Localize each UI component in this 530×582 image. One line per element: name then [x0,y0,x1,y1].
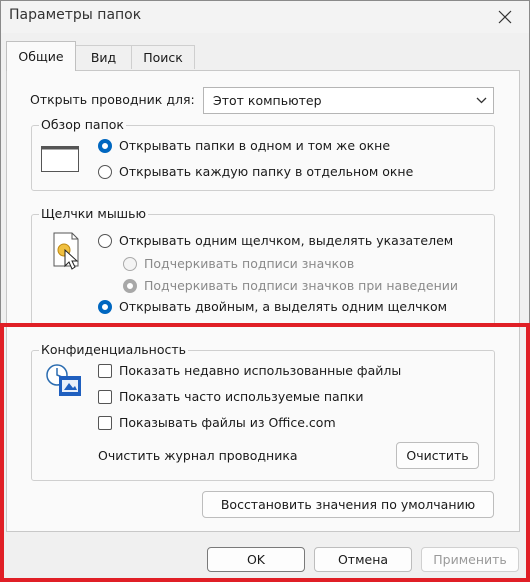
tab-search[interactable]: Поиск [131,45,195,69]
same-window-label[interactable]: Открывать папки в одном и том же окне [119,138,390,153]
mouse-clicks-group: Щелчки мышью Открывать одним щелчком, вы… [31,206,495,325]
radio-single-click[interactable] [98,234,112,248]
radio-separate-window[interactable] [98,165,112,179]
radio-double-click[interactable] [98,300,112,314]
mouse-clicks-legend: Щелчки мышью [39,206,149,221]
clear-history-label: Очистить журнал проводника [98,448,298,463]
open-explorer-label: Открыть проводник для: [30,92,195,107]
checkbox-office-files[interactable] [98,416,112,430]
browse-folders-group: Обзор папок Открывать папки в одном и то… [31,117,495,191]
clear-history-button[interactable]: Очистить [396,442,479,469]
underline-always-label[interactable]: Подчеркивать подписи значков [144,256,354,271]
checkbox-recent-files[interactable] [98,364,112,378]
ok-button[interactable]: OK [207,547,305,572]
underline-hover-label[interactable]: Подчеркивать подписи значков при наведен… [144,278,458,293]
privacy-group: Конфиденциальность Показать недавно испо… [31,342,495,481]
apply-button[interactable]: Применить [421,547,519,572]
close-button[interactable] [493,5,517,29]
checkbox-frequent-folders[interactable] [98,390,112,404]
cancel-button[interactable]: Отмена [314,547,412,572]
separate-window-label[interactable]: Открывать каждую папку в отдельном окне [119,164,413,179]
double-click-label[interactable]: Открывать двойным, а выделять одним щелч… [119,299,447,314]
radio-underline-always[interactable] [123,257,137,271]
open-explorer-dropdown[interactable]: Этот компьютер [203,87,494,114]
chevron-down-icon [476,97,487,104]
recent-files-label[interactable]: Показать недавно использованные файлы [119,363,401,378]
privacy-icon [46,364,81,396]
window-title: Параметры папок [9,7,142,23]
radio-same-window[interactable] [98,139,112,153]
title-bar: Параметры папок [1,1,529,33]
close-icon [498,10,512,24]
open-explorer-value: Этот компьютер [213,93,322,108]
browse-folders-legend: Обзор папок [39,117,126,132]
radio-underline-hover[interactable] [123,279,137,293]
tab-general[interactable]: Общие [6,41,76,71]
folder-options-dialog: Параметры папок Общие Вид Поиск Открыть … [0,0,530,582]
office-files-label[interactable]: Показывать файлы из Office.com [119,415,336,430]
single-click-label[interactable]: Открывать одним щелчком, выделять указат… [119,233,453,248]
tab-view[interactable]: Вид [75,45,132,69]
restore-defaults-button[interactable]: Восстановить значения по умолчанию [202,491,494,518]
general-tab-panel: Открыть проводник для: Этот компьютер Об… [6,70,520,532]
frequent-folders-label[interactable]: Показать часто используемые папки [119,389,364,404]
cursor-click-icon [53,232,79,270]
privacy-legend: Конфиденциальность [39,342,189,357]
window-icon [41,146,79,172]
